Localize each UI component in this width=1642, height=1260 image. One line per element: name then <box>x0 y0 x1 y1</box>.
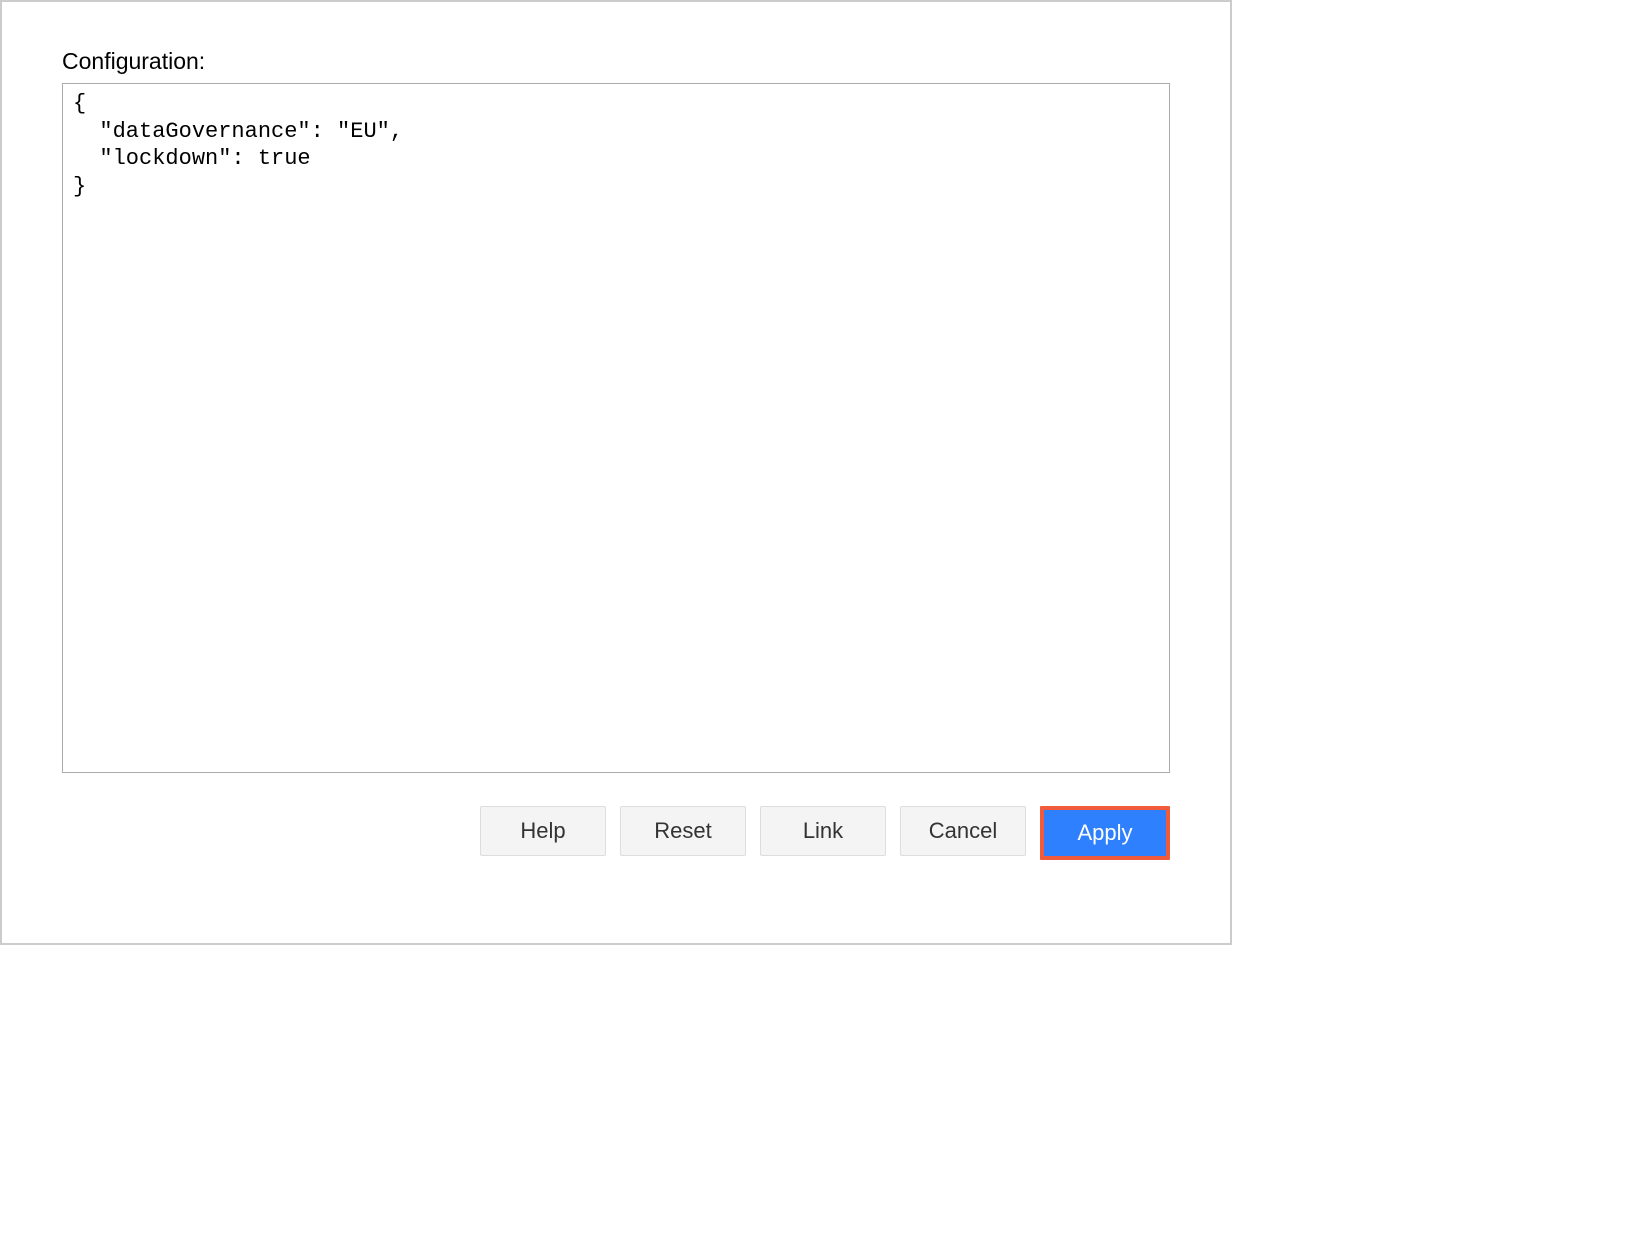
apply-button[interactable]: Apply <box>1044 810 1166 856</box>
reset-button[interactable]: Reset <box>620 806 746 856</box>
help-button[interactable]: Help <box>480 806 606 856</box>
configuration-panel: Configuration: Help Reset Link Cancel Ap… <box>2 2 1230 890</box>
configuration-textarea[interactable] <box>62 83 1170 773</box>
link-button[interactable]: Link <box>760 806 886 856</box>
cancel-button[interactable]: Cancel <box>900 806 1026 856</box>
configuration-label: Configuration: <box>62 48 1170 75</box>
button-row: Help Reset Link Cancel Apply <box>62 806 1170 860</box>
apply-button-highlight: Apply <box>1040 806 1170 860</box>
